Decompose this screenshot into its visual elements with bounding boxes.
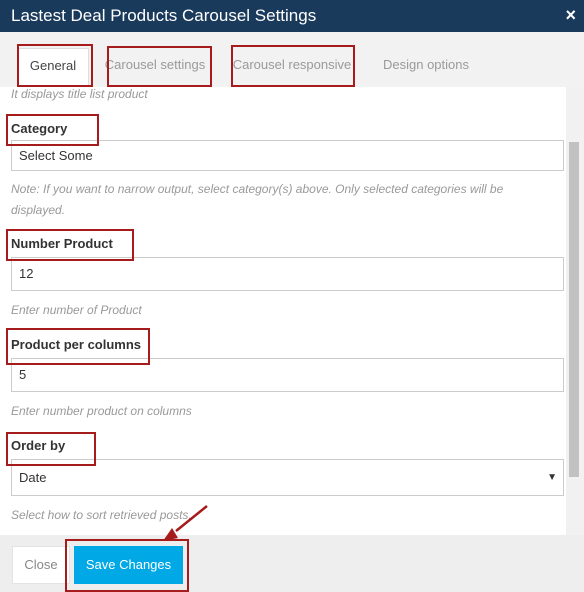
annotation-arrow-icon [163,505,208,541]
